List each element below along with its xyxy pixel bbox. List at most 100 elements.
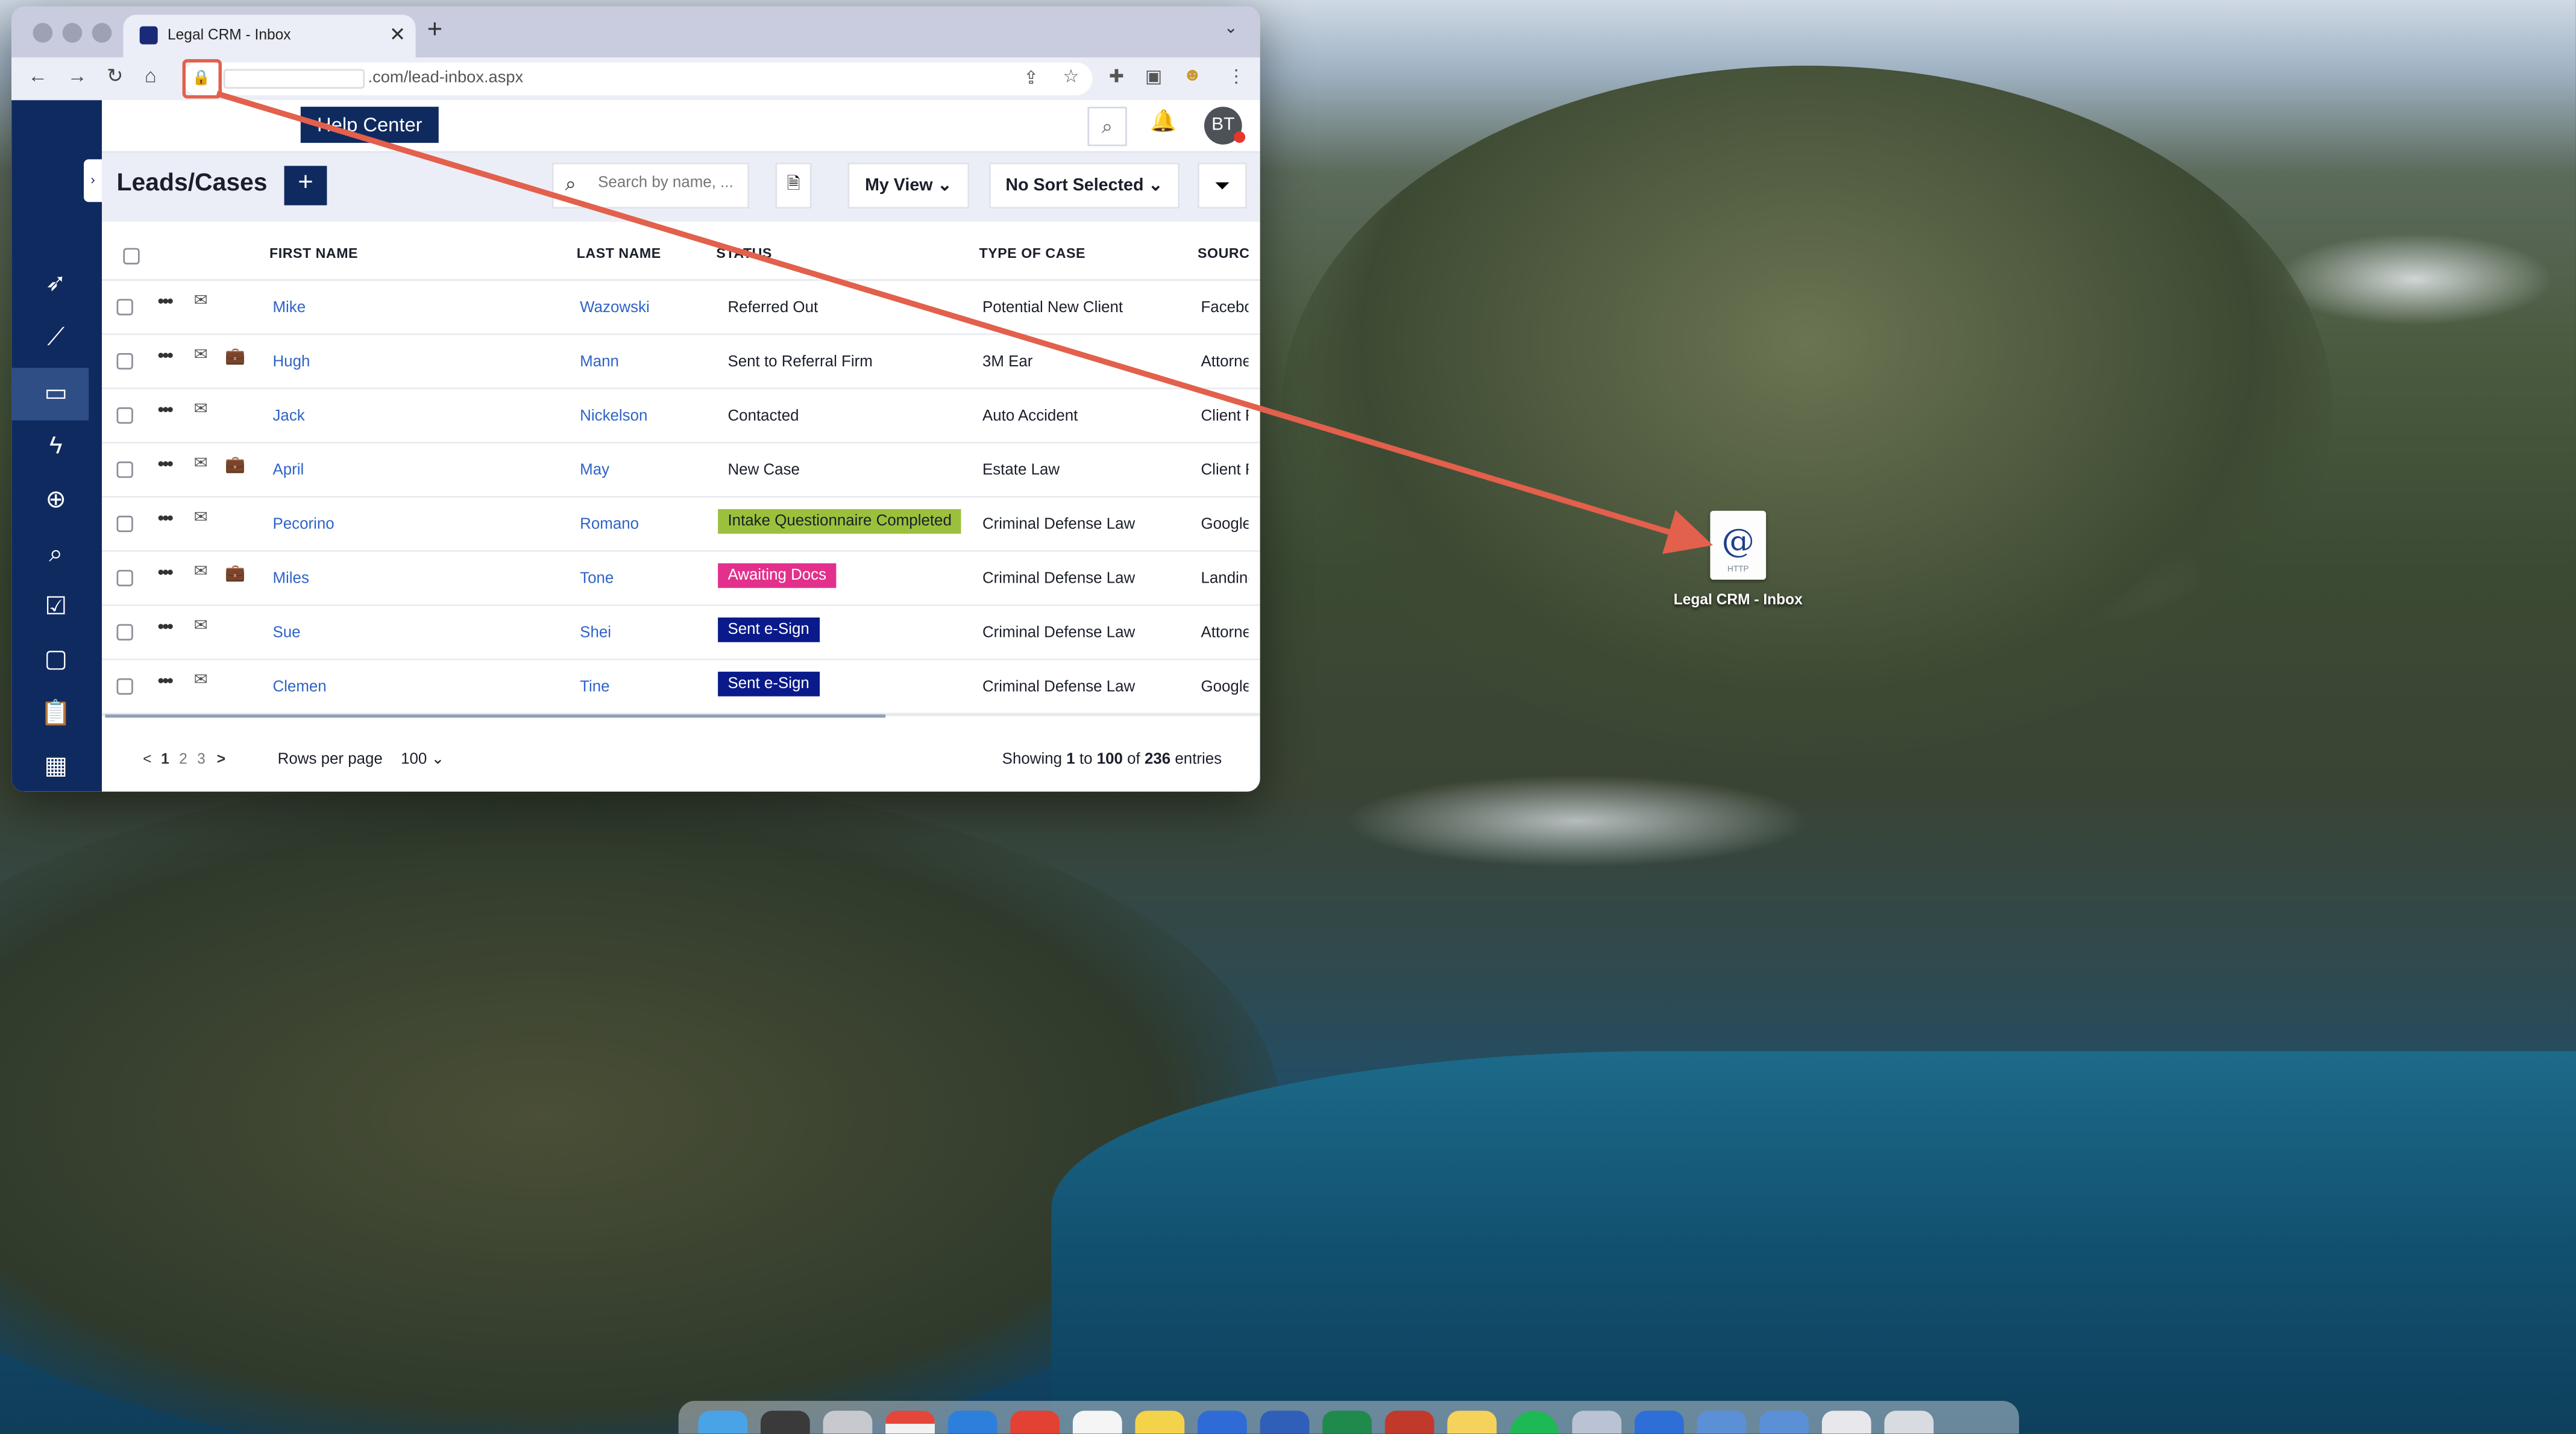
menu-icon[interactable]: ⋮	[1227, 66, 1245, 87]
bell-icon[interactable]: 🔔	[1150, 108, 1176, 135]
zoom-window-button[interactable]	[92, 23, 112, 43]
table-row[interactable]: ••• ✉ Mike Wazowski Referred Out Potential Ne…	[101, 281, 1260, 336]
stickies-icon[interactable]	[1447, 1411, 1497, 1434]
last-name-link[interactable]: Tine	[580, 678, 609, 697]
profile-icon[interactable]: ☻	[1183, 66, 1202, 86]
horizontal-scrollbar[interactable]	[105, 714, 886, 718]
close-tab-icon[interactable]: ✕	[389, 23, 406, 46]
page-2-link[interactable]: 2	[179, 751, 187, 767]
more-options-icon[interactable]: •••	[158, 292, 174, 312]
add-lead-button[interactable]: +	[284, 166, 327, 205]
table-row[interactable]: ••• ✉ 💼 April May New Case Estate Law Client Re…	[101, 443, 1260, 498]
desktop-file-icon[interactable]: @ HTTP	[1710, 510, 1767, 580]
first-name-link[interactable]: Jack	[272, 407, 304, 425]
minimize-window-button[interactable]	[62, 23, 83, 43]
first-name-link[interactable]: Hugh	[272, 353, 310, 371]
plus-circle-icon[interactable]: ⊕	[38, 483, 74, 519]
sidebar-icon[interactable]: ▣	[1145, 66, 1162, 87]
table-row[interactable]: ••• ✉ Clemen Tine Sent e-Sign Criminal Defens…	[101, 660, 1260, 715]
briefcase-icon[interactable]: 💼	[225, 348, 245, 366]
last-name-link[interactable]: Romano	[580, 516, 639, 534]
help-center-button[interactable]: Help Center	[300, 107, 439, 143]
first-name-link[interactable]: Sue	[272, 624, 300, 642]
zoom-icon[interactable]	[1198, 1411, 1247, 1434]
extensions-icon[interactable]: ✚	[1109, 66, 1124, 87]
view-select[interactable]: My View ⌄	[847, 162, 970, 209]
expand-rail-icon[interactable]: ›	[84, 159, 102, 202]
last-name-link[interactable]: Nickelson	[580, 407, 647, 425]
search-input[interactable]	[598, 174, 746, 192]
first-name-link[interactable]: Mike	[272, 299, 306, 317]
briefcase-icon[interactable]: 💼	[225, 457, 245, 475]
table-row[interactable]: ••• ✉ Pecorino Romano Intake Questionnaire C…	[101, 498, 1260, 552]
spotify-icon[interactable]	[1509, 1411, 1559, 1434]
row-checkbox[interactable]	[116, 407, 133, 424]
more-options-icon[interactable]: •••	[158, 346, 174, 366]
prev-page-button[interactable]: <	[143, 751, 151, 767]
app-store-icon[interactable]	[1635, 1411, 1684, 1434]
column-header-first-name[interactable]: FIRST NAME	[269, 245, 358, 261]
more-options-icon[interactable]: •••	[158, 509, 174, 529]
folder-icon[interactable]	[1697, 1411, 1747, 1434]
column-header-source[interactable]: SOURC	[1198, 245, 1249, 261]
table-row[interactable]: ••• ✉ Jack Nickelson Contacted Auto Accident C…	[101, 389, 1260, 443]
search-icon[interactable]: ⌕	[1087, 107, 1127, 146]
table-row[interactable]: ••• ✉ 💼 Miles Tone Awaiting Docs Criminal Defe…	[101, 552, 1260, 606]
table-row[interactable]: ••• ✉ 💼 Hugh Mann Sent to Referral Firm 3M Ear…	[101, 335, 1260, 389]
chart-icon[interactable]: ⟋	[38, 321, 74, 357]
checklist-icon[interactable]: ☑	[38, 590, 74, 626]
launchpad-icon[interactable]	[823, 1411, 873, 1434]
word-icon[interactable]	[1260, 1411, 1310, 1434]
row-checkbox[interactable]	[116, 515, 133, 533]
envelope-icon[interactable]: ✉	[194, 672, 208, 690]
calendar-icon[interactable]: ▦	[38, 749, 74, 785]
last-name-link[interactable]: Shei	[580, 624, 611, 642]
back-icon[interactable]: ←	[28, 64, 48, 87]
first-name-link[interactable]: Clemen	[272, 678, 326, 697]
page-3-link[interactable]: 3	[197, 751, 206, 767]
more-options-icon[interactable]: •••	[158, 672, 174, 692]
chat-icon[interactable]: ▢	[38, 642, 74, 678]
more-options-icon[interactable]: •••	[158, 618, 174, 637]
powerpoint-icon[interactable]	[1384, 1411, 1434, 1434]
trash-icon[interactable]	[1884, 1411, 1934, 1434]
envelope-icon[interactable]: ✉	[194, 618, 208, 636]
home-icon[interactable]: ⌂	[145, 64, 157, 87]
browser-tab[interactable]: Legal CRM - Inbox ✕	[123, 14, 416, 58]
last-name-link[interactable]: Tone	[580, 570, 614, 588]
briefcase-icon[interactable]: 💼	[225, 565, 245, 583]
clipboard-icon[interactable]: 📋	[38, 697, 74, 733]
more-options-icon[interactable]: •••	[158, 563, 174, 583]
row-checkbox[interactable]	[116, 461, 133, 478]
rocket-icon[interactable]: ➶	[38, 266, 74, 302]
close-window-button[interactable]	[33, 23, 53, 43]
row-checkbox[interactable]	[116, 678, 133, 695]
search-icon[interactable]: ⌕	[38, 537, 74, 573]
search-field[interactable]: ⌕	[551, 162, 749, 209]
row-checkbox[interactable]	[116, 299, 133, 316]
sort-select[interactable]: No Sort Selected ⌄	[988, 162, 1180, 209]
tab-search-chevron-icon[interactable]: ⌄	[1224, 20, 1238, 38]
select-all-checkbox[interactable]	[123, 248, 140, 265]
column-header-type-of-case[interactable]: TYPE OF CASE	[979, 245, 1085, 261]
forward-icon[interactable]: →	[68, 64, 87, 87]
first-name-link[interactable]: April	[272, 462, 304, 480]
document-icon[interactable]	[1821, 1411, 1871, 1434]
more-options-icon[interactable]: •••	[158, 401, 174, 421]
desktop-file-label[interactable]: Legal CRM - Inbox	[1654, 591, 1822, 607]
new-tab-button[interactable]: +	[427, 16, 442, 46]
finder-icon[interactable]	[698, 1411, 748, 1434]
notes-icon[interactable]	[1135, 1411, 1185, 1434]
envelope-icon[interactable]: ✉	[194, 563, 208, 581]
system-settings-icon[interactable]	[760, 1411, 810, 1434]
envelope-icon[interactable]: ✉	[194, 292, 208, 310]
row-checkbox[interactable]	[116, 624, 133, 641]
envelope-icon[interactable]: ✉	[194, 509, 208, 527]
table-row[interactable]: ••• ✉ Sue Shei Sent e-Sign Criminal Defense L…	[101, 606, 1260, 660]
lightning-icon[interactable]: ϟ	[38, 428, 74, 465]
row-checkbox[interactable]	[116, 569, 133, 587]
first-name-link[interactable]: Miles	[272, 570, 309, 588]
last-name-link[interactable]: Wazowski	[580, 299, 650, 317]
envelope-icon[interactable]: ✉	[194, 455, 208, 473]
rows-per-page-select[interactable]: 100 ⌄	[401, 751, 444, 769]
